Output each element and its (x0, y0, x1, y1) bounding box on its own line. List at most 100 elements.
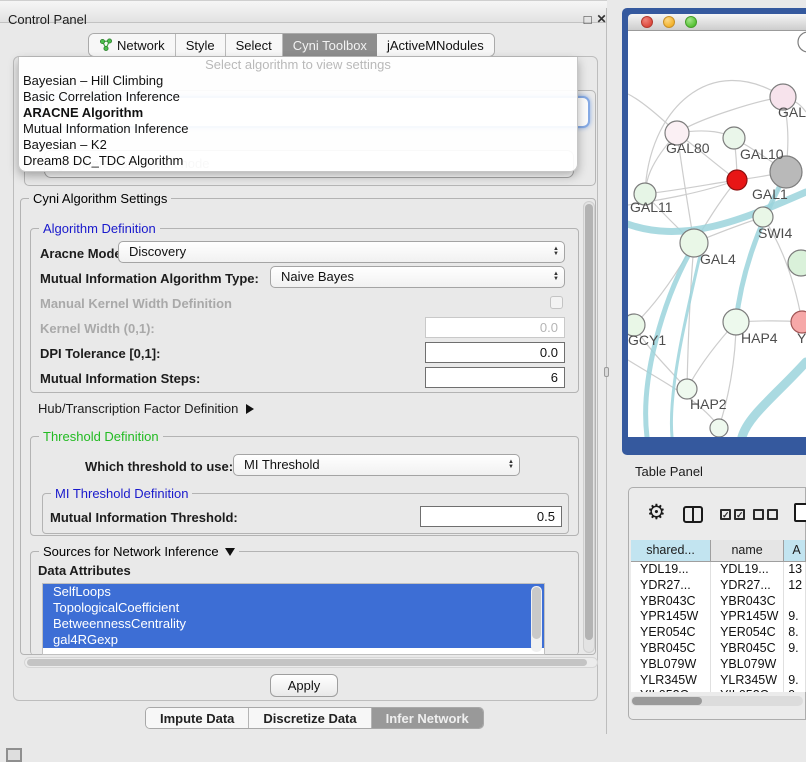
settings-horizontal-scrollbar[interactable] (24, 657, 598, 668)
cell[interactable]: 9. (784, 688, 806, 692)
manual-kernel-checkbox[interactable] (550, 296, 563, 309)
cell[interactable]: 9. (784, 609, 806, 625)
cell[interactable]: YBR043C (631, 594, 711, 610)
close-traffic-light-icon[interactable] (641, 16, 653, 28)
tab-select[interactable]: Select (226, 34, 283, 56)
aracne-mode-combobox[interactable]: Discovery (118, 241, 565, 263)
tab-jactivemnodules[interactable]: jActiveMNodules (377, 34, 494, 56)
cell[interactable]: YBR043C (711, 594, 784, 610)
table-horizontal-scrollbar[interactable] (631, 696, 803, 706)
cell[interactable]: 13 (784, 562, 806, 578)
attributes-list-scrollbar[interactable] (531, 586, 542, 652)
tab-cyni-toolbox[interactable]: Cyni Toolbox (283, 34, 377, 56)
settings-vertical-scrollbar-thumb[interactable] (585, 204, 593, 640)
cell[interactable]: YIL052C (631, 688, 711, 692)
node-label-gal4: GAL4 (700, 251, 736, 267)
collapsed-panel-button[interactable] (6, 748, 22, 762)
cell[interactable]: YDR27... (711, 578, 784, 594)
cell[interactable]: YBR045C (711, 641, 784, 657)
network-node[interactable] (710, 419, 728, 437)
mi-steps-label: Mutual Information Steps: (40, 371, 200, 386)
network-graph: GAL GAL80 GAL10 GAL1 GAL11 GAL4 SWI4 GCY… (628, 31, 806, 437)
column-header-name[interactable]: name (711, 540, 784, 561)
popup-item-bayesian-k2[interactable]: Bayesian – K2 (19, 137, 577, 153)
settings-vertical-scrollbar[interactable] (583, 201, 595, 653)
select-all-checkboxes-icon[interactable] (720, 509, 745, 520)
table-horizontal-scrollbar-thumb[interactable] (632, 697, 702, 705)
list-item-betweennesscentrality[interactable]: BetweennessCentrality (43, 616, 544, 632)
cell[interactable] (784, 657, 806, 673)
stepper-icon (553, 247, 559, 257)
table-row[interactable]: YIL052CYIL052C9. (631, 688, 806, 692)
table-row[interactable]: YBL079WYBL079W (631, 657, 806, 673)
tab-infer-network[interactable]: Infer Network (372, 708, 483, 728)
list-item-topologicalcoefficient[interactable]: TopologicalCoefficient (43, 600, 544, 616)
table-row[interactable]: YDL19...YDL19...13 (631, 562, 806, 578)
list-item-selfloops[interactable]: SelfLoops (43, 584, 544, 600)
cell[interactable]: YER054C (631, 625, 711, 641)
split-columns-icon[interactable] (683, 506, 703, 523)
network-node-gal1[interactable] (727, 170, 747, 190)
network-node[interactable] (798, 32, 806, 52)
popup-item-basic-correlation[interactable]: Basic Correlation Inference (19, 89, 577, 105)
table-row[interactable]: YPR145WYPR145W9. (631, 609, 806, 625)
table-row[interactable]: YER054CYER054C8. (631, 625, 806, 641)
cell[interactable]: YLR345W (631, 673, 711, 689)
float-window-icon[interactable] (581, 13, 594, 26)
cell[interactable]: YDL19... (711, 562, 784, 578)
kernel-width-input[interactable]: 0.0 (425, 317, 565, 338)
mi-threshold-input[interactable]: 0.5 (420, 506, 562, 527)
cell[interactable]: 9. (784, 641, 806, 657)
popup-item-bayesian-hill-climbing[interactable]: Bayesian – Hill Climbing (19, 73, 577, 89)
popup-item-aracne[interactable]: ARACNE Algorithm (19, 105, 577, 121)
table-panel-toolbar (631, 495, 806, 537)
mi-steps-input[interactable]: 6 (425, 367, 565, 388)
unchecked-checkbox-icon (767, 509, 778, 520)
cell[interactable]: YIL052C (711, 688, 784, 692)
column-header-partial[interactable]: A (784, 540, 806, 561)
document-icon[interactable] (794, 503, 806, 522)
panel-divider-grabber[interactable] (604, 367, 609, 377)
cell[interactable]: YLR345W (711, 673, 784, 689)
cell[interactable]: 8. (784, 625, 806, 641)
network-canvas[interactable]: GAL GAL80 GAL10 GAL1 GAL11 GAL4 SWI4 GCY… (628, 31, 806, 437)
cell[interactable]: YPR145W (711, 609, 784, 625)
popup-item-mutual-information[interactable]: Mutual Information Inference (19, 121, 577, 137)
apply-button[interactable]: Apply (270, 674, 338, 697)
cell[interactable]: YBR045C (631, 641, 711, 657)
cell[interactable]: YDL19... (631, 562, 711, 578)
cell[interactable] (784, 594, 806, 610)
attributes-list-scrollbar-thumb[interactable] (532, 587, 541, 639)
cell[interactable]: YBL079W (631, 657, 711, 673)
minimize-traffic-light-icon[interactable] (663, 16, 675, 28)
tab-impute-data[interactable]: Impute Data (146, 708, 249, 728)
tab-network[interactable]: Network (89, 34, 176, 56)
cell[interactable]: 9. (784, 673, 806, 689)
mi-type-combobox[interactable]: Naive Bayes (270, 266, 565, 288)
gear-icon[interactable] (647, 501, 666, 525)
cyni-algorithm-settings-title: Cyni Algorithm Settings (29, 191, 171, 206)
list-item-gal4rgexp[interactable]: gal4RGexp (43, 632, 544, 648)
dpi-tolerance-input[interactable]: 0.0 (425, 342, 565, 363)
which-threshold-combobox[interactable]: MI Threshold (233, 454, 520, 476)
popup-item-dream8[interactable]: Dream8 DC_TDC Algorithm (19, 153, 577, 169)
table-row[interactable]: YLR345WYLR345W9. (631, 673, 806, 689)
tab-style[interactable]: Style (176, 34, 226, 56)
settings-horizontal-scrollbar-thumb[interactable] (27, 659, 587, 666)
cell[interactable]: YDR27... (631, 578, 711, 594)
table-row[interactable]: YDR27...YDR27...12 (631, 578, 806, 594)
sources-collapse-toggle[interactable]: Sources for Network Inference (39, 544, 239, 559)
network-node[interactable] (788, 250, 806, 276)
zoom-traffic-light-icon[interactable] (685, 16, 697, 28)
tab-discretize-data[interactable]: Discretize Data (249, 708, 371, 728)
cell[interactable]: YER054C (711, 625, 784, 641)
network-node-swi4[interactable] (753, 207, 773, 227)
cell[interactable]: YBL079W (711, 657, 784, 673)
table-row[interactable]: YBR043CYBR043C (631, 594, 806, 610)
cell[interactable]: YPR145W (631, 609, 711, 625)
table-row[interactable]: YBR045CYBR045C9. (631, 641, 806, 657)
hub-definition-expander[interactable]: Hub/Transcription Factor Definition (38, 401, 254, 416)
deselect-checkboxes-icon[interactable] (753, 509, 778, 520)
cell[interactable]: 12 (784, 578, 806, 594)
column-header-shared-name[interactable]: shared... (631, 540, 711, 561)
